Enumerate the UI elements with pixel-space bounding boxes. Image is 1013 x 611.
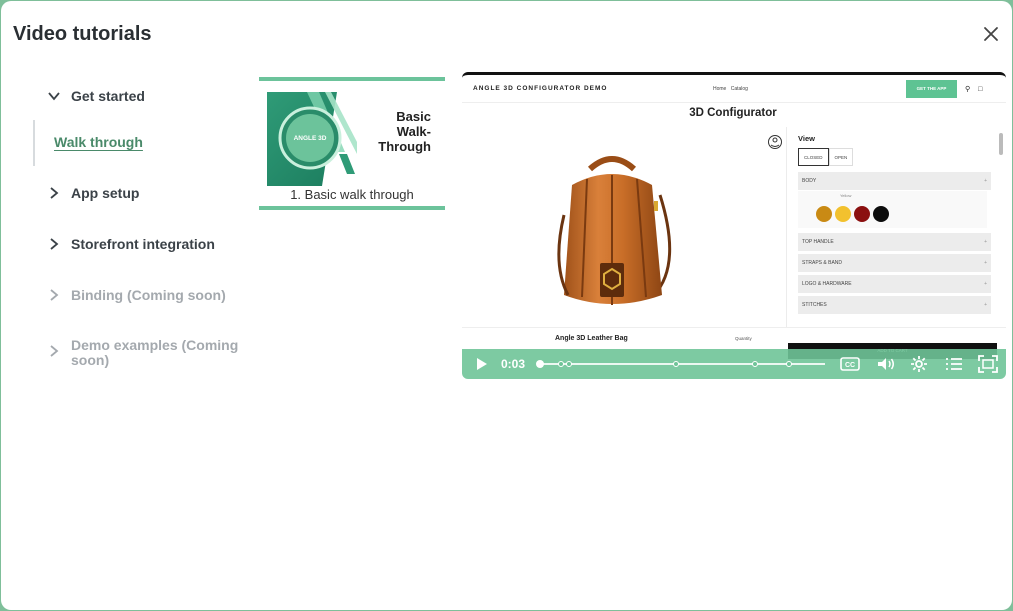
chevron-right-icon: [50, 289, 59, 301]
nav-group-storefront-integration[interactable]: Storefront integration: [47, 229, 215, 259]
nav-group-demo-examples: Demo examples (Coming soon): [47, 338, 246, 372]
view-label: View: [798, 134, 815, 143]
volume-button[interactable]: [876, 355, 896, 373]
modal-title: Video tutorials: [13, 23, 152, 45]
thumbnail-title: Basic Walk-Through: [378, 109, 431, 154]
chapter-marker: [566, 361, 572, 367]
progress-knob[interactable]: [536, 360, 544, 368]
nav-group-label: Get started: [71, 87, 145, 104]
swatch-2: [835, 206, 851, 222]
thumbnail-logo-text: ANGLE 3D: [294, 135, 327, 142]
bag-icon: □: [978, 86, 983, 93]
rotate-360-icon: [768, 135, 782, 149]
nav-group-label: Binding (Coming soon): [71, 286, 226, 303]
fullscreen-icon: [978, 355, 998, 373]
captions-icon: CC: [840, 357, 860, 371]
close-button[interactable]: [980, 23, 1002, 45]
quantity-label: Quantity: [735, 336, 752, 341]
play-icon[interactable]: [474, 357, 488, 371]
gear-icon: [911, 356, 927, 372]
close-icon: [984, 27, 998, 41]
video-get-app-button: GET THE APP: [906, 80, 957, 98]
view-toggle: CLOSED OPEN: [798, 148, 854, 166]
config-section-logo: LOGO & HARDWARE: [798, 275, 991, 293]
progress-track[interactable]: [536, 360, 825, 368]
chapter-marker: [752, 361, 758, 367]
config-section-body: BODY: [798, 172, 991, 190]
chevron-down-icon: [48, 92, 60, 101]
video-site-nav: Home Catalog: [713, 86, 748, 92]
product-name: Angle 3D Leather Bag: [555, 335, 628, 342]
toggle-open: OPEN: [828, 148, 854, 166]
nav-item-walk-through[interactable]: Walk through: [54, 134, 143, 150]
current-time: 0:03: [501, 357, 526, 371]
video-frame[interactable]: ANGLE 3D CONFIGURATOR DEMO Home Catalog …: [462, 72, 1006, 379]
video-config-panel: View CLOSED OPEN BODY Yellow TOP HANDLE …: [786, 127, 1003, 327]
fullscreen-button[interactable]: [978, 355, 998, 373]
svg-text:CC: CC: [845, 362, 855, 369]
nav-group-app-setup[interactable]: App setup: [47, 178, 139, 208]
toggle-closed: CLOSED: [798, 148, 829, 166]
video-site-brand: ANGLE 3D CONFIGURATOR DEMO: [473, 85, 608, 92]
video-player-controls: 0:03 CC: [462, 349, 1006, 379]
chapter-marker: [558, 361, 564, 367]
config-section-straps: STRAPS & BAND: [798, 254, 991, 272]
swatch-3: [854, 206, 870, 222]
chevron-right-icon: [50, 238, 59, 250]
chapters-button[interactable]: [944, 355, 964, 373]
captions-button[interactable]: CC: [840, 355, 860, 373]
chapter-marker: [673, 361, 679, 367]
config-section-top-handle: TOP HANDLE: [798, 233, 991, 251]
panel-scrollbar: [999, 133, 1003, 155]
search-icon: ⚲: [965, 86, 971, 93]
video-page-heading: 3D Configurator: [689, 107, 777, 119]
active-indicator: [33, 120, 35, 166]
list-icon: [946, 358, 962, 370]
thumbnail-caption: 1. Basic walk through: [290, 187, 414, 202]
nav-group-label: Demo examples (Coming soon): [71, 337, 239, 368]
nav-group-label: Storefront integration: [71, 235, 215, 252]
leather-backpack-image: [557, 156, 672, 305]
swatch-4: [873, 206, 889, 222]
video-thumbnail-card[interactable]: ANGLE 3D Basic Walk-Through 1. Basic wal…: [259, 77, 445, 210]
video-site-header: ANGLE 3D CONFIGURATOR DEMO Home Catalog …: [462, 75, 1006, 103]
chapter-marker: [786, 361, 792, 367]
swatch-1: [816, 206, 832, 222]
settings-button[interactable]: [909, 355, 929, 373]
swatch-tooltip: Yellow: [840, 193, 852, 198]
video-tutorials-modal: Video tutorials Get started Walk through…: [1, 1, 1012, 610]
chevron-right-icon: [50, 345, 59, 357]
config-section-stitches: STITCHES: [798, 296, 991, 314]
video-header-icons: ⚲ □: [965, 85, 982, 93]
chevron-right-icon: [50, 187, 59, 199]
thumbnail-logo-graphic: ANGLE 3D: [267, 92, 357, 186]
nav-group-binding: Binding (Coming soon): [47, 280, 226, 310]
volume-icon: [878, 358, 894, 370]
nav-group-label: App setup: [71, 184, 140, 201]
nav-group-get-started[interactable]: Get started: [47, 81, 145, 111]
